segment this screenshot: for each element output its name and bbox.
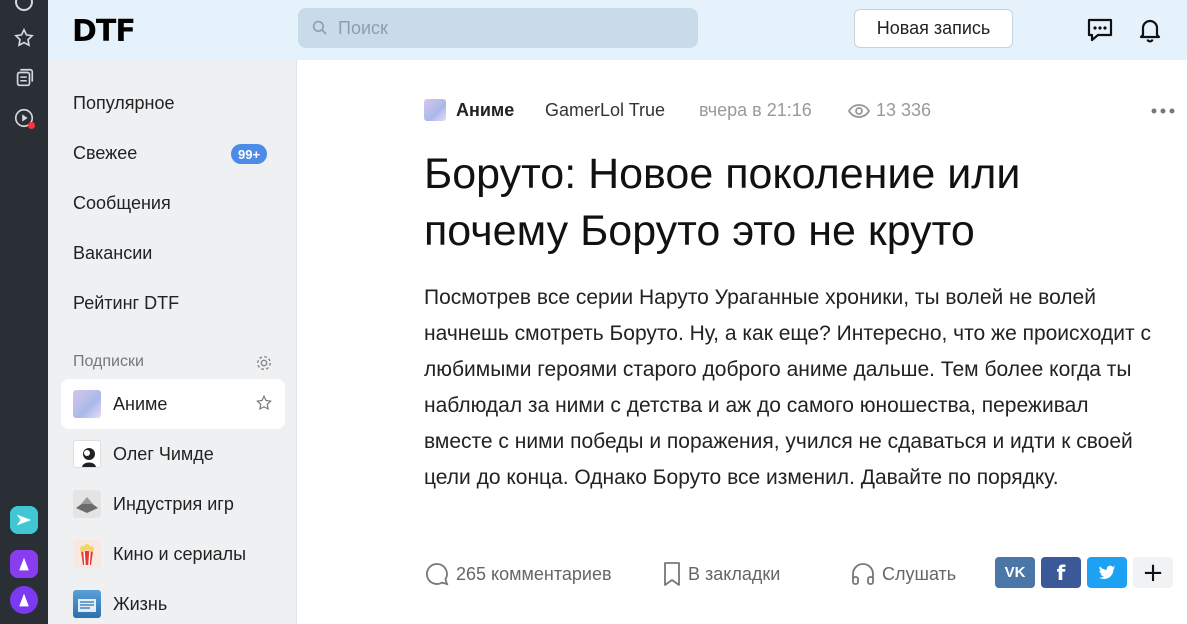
- gear-icon[interactable]: [255, 354, 273, 372]
- oleg-avatar: [73, 440, 101, 468]
- dtf-logo[interactable]: DTF: [72, 14, 136, 49]
- clock-icon[interactable]: [12, 0, 36, 14]
- listen-button[interactable]: Слушать: [850, 561, 956, 587]
- browser-side-rail: [0, 0, 48, 624]
- comments-button[interactable]: 265 комментариев: [424, 561, 612, 587]
- facebook-icon: f: [1056, 560, 1066, 585]
- share-facebook-button[interactable]: f: [1041, 557, 1081, 588]
- anime-avatar: [73, 390, 101, 418]
- alice-app-icon[interactable]: [10, 550, 38, 578]
- notification-dot: [28, 122, 35, 129]
- nav-popular[interactable]: Популярное: [73, 93, 175, 114]
- share-more-button[interactable]: +: [1133, 557, 1173, 588]
- nav-vacancies[interactable]: Вакансии: [73, 243, 152, 264]
- subscription-label: Жизнь: [113, 593, 168, 614]
- subscription-label: Индустрия игр: [113, 493, 234, 514]
- nav-messages[interactable]: Сообщения: [73, 193, 171, 214]
- article-time[interactable]: вчера в 21:16: [699, 100, 812, 121]
- eye-icon: [848, 103, 870, 118]
- more-options-icon[interactable]: [1150, 106, 1176, 116]
- bookmarks-star-icon[interactable]: [12, 26, 36, 50]
- bookmark-button[interactable]: В закладки: [662, 561, 780, 587]
- article-author[interactable]: GamerLol True: [545, 100, 665, 121]
- popcorn-icon: [73, 540, 101, 568]
- video-play-icon[interactable]: [12, 106, 36, 130]
- subscription-label: Олег Чимде: [113, 443, 214, 464]
- fresh-count-badge: 99+: [231, 144, 268, 164]
- article-category[interactable]: Аниме: [456, 100, 514, 121]
- subscription-oleg[interactable]: Олег Чимде: [61, 429, 285, 479]
- collections-icon[interactable]: [12, 66, 36, 90]
- share-twitter-button[interactable]: [1087, 557, 1127, 588]
- industry-avatar: [73, 490, 101, 518]
- headphones-icon: [852, 563, 874, 585]
- nav-rating[interactable]: Рейтинг DTF: [73, 293, 179, 314]
- subscription-label: Кино и сериалы: [113, 543, 247, 564]
- search-box[interactable]: [298, 8, 698, 48]
- subscription-anime[interactable]: Аниме: [61, 379, 285, 429]
- notifications-bell-icon[interactable]: [1136, 16, 1164, 44]
- messages-icon[interactable]: [1086, 16, 1114, 44]
- comments-label: 265 комментариев: [456, 563, 612, 584]
- new-post-button[interactable]: Новая запись: [854, 9, 1013, 48]
- bookmark-label: В закладки: [688, 563, 781, 584]
- favorite-star-icon[interactable]: [255, 394, 273, 412]
- comment-icon: [426, 563, 449, 586]
- life-avatar: [73, 590, 101, 618]
- article-views: 13 336: [848, 100, 931, 121]
- subscription-industry[interactable]: Индустрия игр: [61, 479, 285, 529]
- twitter-icon: [1098, 565, 1116, 579]
- article-body: Посмотрев все серии Наруто Ураганные хро…: [424, 286, 1151, 489]
- plus-icon: +: [1142, 557, 1164, 588]
- listen-label: Слушать: [882, 563, 957, 584]
- views-count: 13 336: [876, 100, 932, 120]
- subscriptions-title: Подписки: [73, 353, 144, 370]
- share-vk-button[interactable]: VK: [995, 557, 1035, 588]
- vk-icon: VK: [1004, 564, 1026, 581]
- nav-fresh[interactable]: Свежее: [73, 143, 137, 164]
- messenger-app-icon[interactable]: [10, 506, 38, 534]
- search-icon: [312, 20, 327, 35]
- category-avatar[interactable]: [424, 99, 446, 121]
- subscription-movies[interactable]: Кино и сериалы: [61, 529, 285, 579]
- top-header: DTF Новая запись: [48, 0, 1187, 60]
- bookmark-icon: [664, 562, 680, 586]
- subscription-life[interactable]: Жизнь: [61, 579, 285, 624]
- article-title[interactable]: Боруто: Новое поколение или почему Борут…: [424, 146, 1144, 260]
- assistant-icon[interactable]: [10, 586, 38, 614]
- search-input[interactable]: [338, 17, 678, 39]
- left-sidebar: Популярное Свежее 99+ Сообщения Вакансии…: [48, 60, 297, 624]
- subscription-label: Аниме: [113, 393, 168, 414]
